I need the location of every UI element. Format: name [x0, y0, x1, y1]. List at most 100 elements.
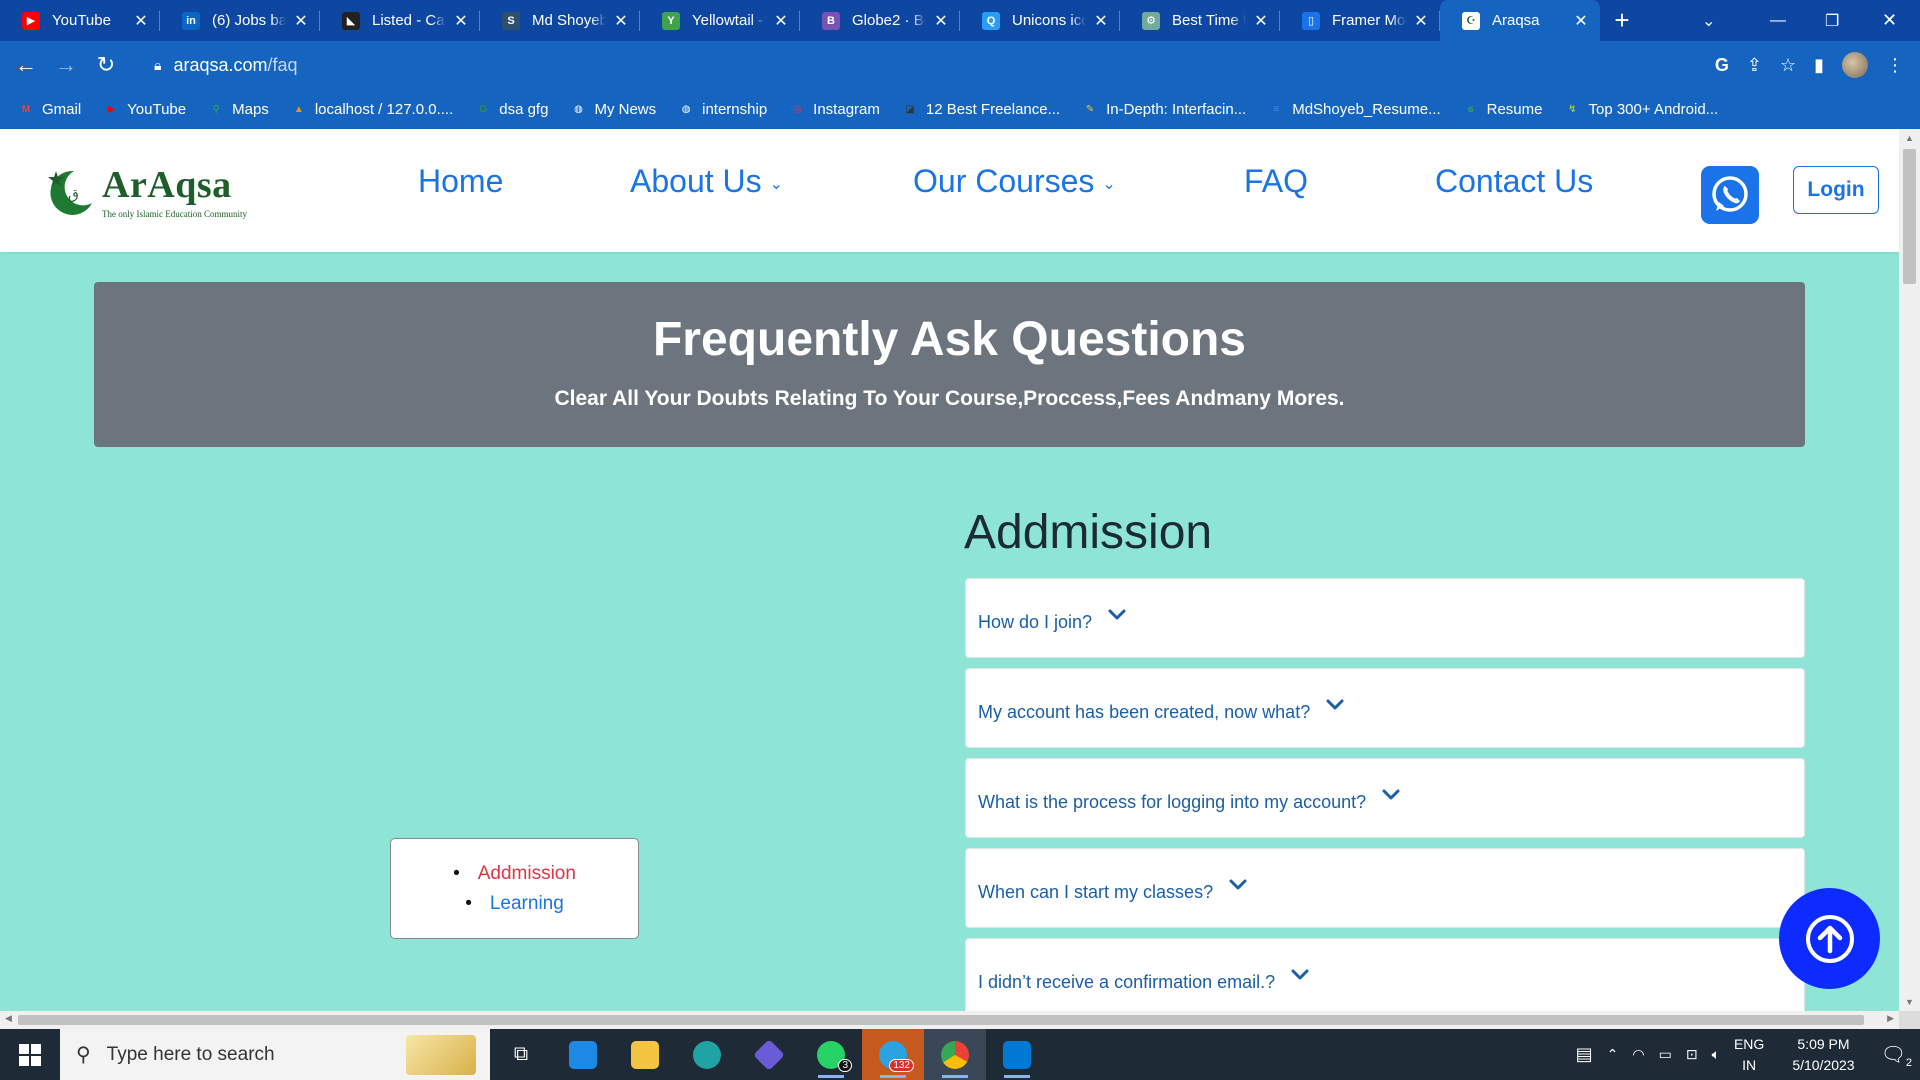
nav-courses-dropdown[interactable]: Our Courses ⌄ [913, 163, 1116, 200]
faq-accordion-item[interactable]: I didn’t receive a confirmation email.? [965, 938, 1805, 1011]
menu-kebab-icon[interactable]: ⋮ [1886, 55, 1904, 76]
mail-app-icon[interactable] [552, 1029, 614, 1080]
browser-tab[interactable]: ⚙ Best Time fo ✕ [1120, 0, 1280, 41]
nav-contact-link[interactable]: Contact Us [1435, 163, 1593, 200]
category-link-learning[interactable]: Learning [391, 889, 638, 919]
edge-browser-icon[interactable] [676, 1029, 738, 1080]
vertical-scrollbar[interactable]: ▲ ▼ [1899, 129, 1920, 1011]
start-button[interactable] [0, 1029, 60, 1080]
close-window-button[interactable]: ✕ [1882, 0, 1897, 41]
chrome-app-icon[interactable] [924, 1029, 986, 1080]
bookmark-item[interactable]: ▶ YouTube [103, 101, 186, 118]
tab-search-icon[interactable]: ⌄ [1702, 0, 1715, 41]
horizontal-scroll-thumb[interactable] [18, 1015, 1864, 1025]
browser-tab[interactable]: S Md Shoyeb ✕ [480, 0, 640, 41]
copilot-app-icon[interactable] [738, 1029, 800, 1080]
bookmark-item[interactable]: ⚲ Maps [208, 100, 269, 118]
network-icon[interactable]: ◠ [1632, 1046, 1644, 1063]
show-hidden-icons-icon[interactable]: ⌃ [1607, 1046, 1619, 1063]
taskbar-clock[interactable]: 5:09 PM 5/10/2023 [1792, 1034, 1854, 1076]
share-icon[interactable]: ⇪ [1747, 55, 1762, 76]
chevron-down-icon[interactable] [1382, 785, 1400, 806]
bookmark-item[interactable]: ϭ Resume [1463, 101, 1543, 118]
close-tab-icon[interactable]: ✕ [612, 11, 630, 31]
notification-center-icon[interactable]: 🗨︎ 2 [1881, 1042, 1912, 1069]
scroll-left-arrow-icon[interactable]: ◀ [5, 1013, 12, 1024]
browser-tab[interactable]: ▯ Framer Mot ✕ [1280, 0, 1440, 41]
bookmark-item[interactable]: ◍ internship [678, 101, 767, 118]
bookmark-star-icon[interactable]: ☆ [1780, 55, 1796, 76]
vscode-app-icon[interactable] [986, 1029, 1048, 1080]
profile-avatar[interactable] [1842, 52, 1868, 78]
scroll-right-arrow-icon[interactable]: ▶ [1887, 1013, 1894, 1024]
chevron-down-icon[interactable] [1326, 695, 1344, 716]
bookmark-item[interactable]: ▲ localhost / 127.0.0.... [291, 101, 453, 118]
chevron-down-icon[interactable] [1229, 875, 1247, 896]
bookmark-item[interactable]: ↯ Top 300+ Android... [1564, 101, 1718, 118]
bookmark-item[interactable]: Gdsa gfg [475, 101, 548, 118]
bookmark-item[interactable]: ✎ In-Depth: Interfacin... [1082, 101, 1246, 118]
new-tab-button[interactable]: + [1600, 0, 1644, 41]
browser-tab[interactable]: ▶ YouTube ✕ [0, 0, 160, 41]
browser-tab[interactable]: Q Unicons ico ✕ [960, 0, 1120, 41]
google-lens-icon[interactable]: G [1715, 55, 1729, 76]
url-field[interactable]: 🔒︎ araqsa.com/faq [140, 47, 1760, 83]
nav-about-dropdown[interactable]: About Us ⌄ [630, 163, 783, 200]
faq-accordion-item[interactable]: What is the process for logging into my … [965, 758, 1805, 838]
bookmark-item[interactable]: ◍ My News [570, 101, 656, 118]
browser-tab[interactable]: B Globe2 · Bo ✕ [800, 0, 960, 41]
back-icon[interactable]: ← [6, 45, 46, 85]
close-tab-icon[interactable]: ✕ [1572, 11, 1590, 31]
telegram-app-icon[interactable]: 132 [862, 1029, 924, 1080]
side-panel-icon[interactable]: ▮ [1814, 55, 1824, 76]
close-tab-icon[interactable]: ✕ [1412, 11, 1430, 31]
close-tab-icon[interactable]: ✕ [932, 11, 950, 31]
language-indicator[interactable]: ENG IN [1734, 1034, 1764, 1076]
bookmark-label: Maps [232, 100, 269, 118]
tab-title: Best Time fo [1172, 12, 1246, 29]
faq-accordion-item[interactable]: When can I start my classes? [965, 848, 1805, 928]
chevron-down-icon[interactable] [1291, 965, 1309, 986]
close-tab-icon[interactable]: ✕ [772, 11, 790, 31]
taskbar-search-box[interactable]: ⚲ Type here to search [60, 1029, 490, 1080]
scroll-to-top-button[interactable] [1779, 888, 1880, 989]
browser-tab[interactable]: Y Yellowtail - ✕ [640, 0, 800, 41]
restore-button[interactable]: ❐ [1825, 0, 1839, 41]
close-tab-icon[interactable]: ✕ [292, 11, 310, 31]
bookmark-item[interactable]: M Gmail [18, 101, 81, 118]
whatsapp-button[interactable] [1701, 166, 1759, 224]
browser-tab[interactable]: ◣ Listed - Car ✕ [320, 0, 480, 41]
close-tab-icon[interactable]: ✕ [1092, 11, 1110, 31]
news-widget-icon[interactable]: ▤ [1576, 1044, 1593, 1065]
tab-title: YouTube [52, 12, 111, 29]
scroll-down-arrow-icon[interactable]: ▼ [1899, 997, 1920, 1007]
minimize-button[interactable]: — [1770, 0, 1786, 41]
file-explorer-icon[interactable] [614, 1029, 676, 1080]
bookmark-item[interactable]: ≡ MdShoyeb_Resume... [1268, 101, 1440, 118]
category-link-addmission[interactable]: Addmission [391, 859, 638, 889]
browser-tab[interactable]: ☪ Araqsa ✕ [1440, 0, 1600, 41]
bookmark-item[interactable]: ◪ 12 Best Freelance... [902, 101, 1060, 118]
site-logo[interactable]: ق ArAqsa The only Islamic Education Comm… [44, 163, 284, 223]
browser-tab[interactable]: in (6) Jobs bas ✕ [160, 0, 320, 41]
forward-icon[interactable]: → [46, 45, 86, 85]
bookmark-item[interactable]: ◎ Instagram [789, 101, 880, 118]
faq-accordion-item[interactable]: My account has been created, now what? [965, 668, 1805, 748]
close-tab-icon[interactable]: ✕ [132, 11, 150, 31]
nav-faq-link[interactable]: FAQ [1244, 163, 1308, 200]
scroll-up-arrow-icon[interactable]: ▲ [1899, 133, 1920, 143]
vertical-scroll-thumb[interactable] [1903, 149, 1916, 284]
battery-icon[interactable]: ▭ [1659, 1046, 1672, 1063]
chevron-down-icon[interactable] [1108, 605, 1126, 626]
horizontal-scrollbar[interactable]: ◀ ▶ [0, 1011, 1899, 1029]
nav-home-link[interactable]: Home [418, 163, 503, 200]
faq-accordion-item[interactable]: How do I join? [965, 578, 1805, 658]
login-button[interactable]: Login [1793, 166, 1879, 214]
volume-icon[interactable]: 🔈︎ [1712, 1046, 1720, 1063]
close-tab-icon[interactable]: ✕ [1252, 11, 1270, 31]
meet-now-icon[interactable]: ⊡ [1686, 1046, 1698, 1063]
reload-icon[interactable]: ↻ [86, 45, 126, 85]
whatsapp-app-icon[interactable]: 3 [800, 1029, 862, 1080]
task-view-icon[interactable]: ⧉ [490, 1029, 552, 1080]
close-tab-icon[interactable]: ✕ [452, 11, 470, 31]
